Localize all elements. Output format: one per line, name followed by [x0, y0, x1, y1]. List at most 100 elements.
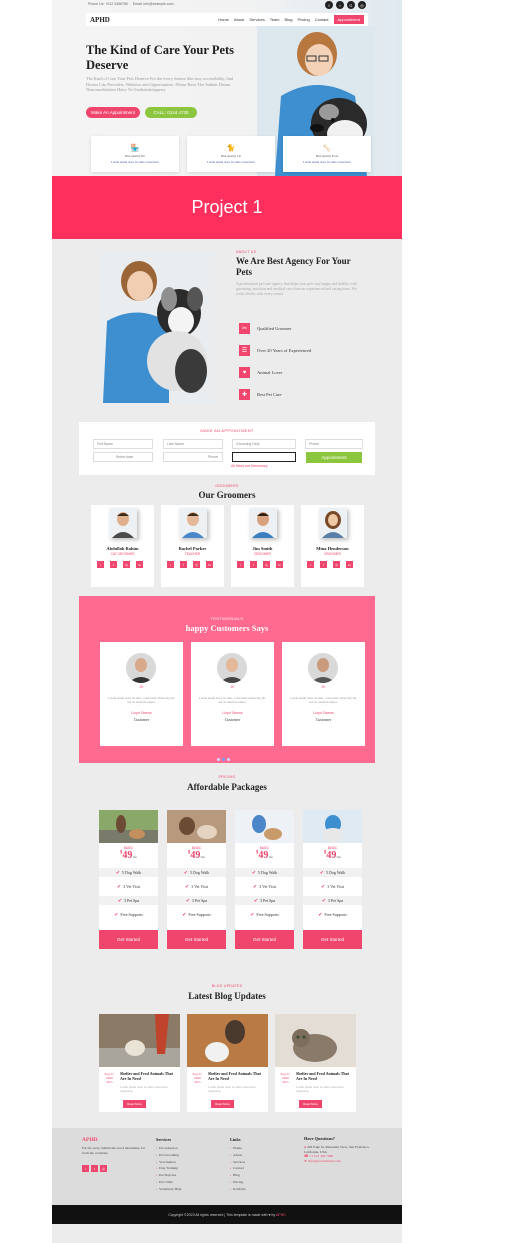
nav-appointment-button[interactable]: Appointment	[333, 15, 364, 24]
shop-icon: 🏪	[130, 144, 140, 152]
topbar-social: f t G ◎	[325, 1, 366, 9]
linkedin-icon[interactable]: in	[136, 561, 143, 568]
footer-link[interactable]: › Pet Adoption	[156, 1145, 181, 1152]
about-feature: ✚ Best Pet Care	[239, 389, 282, 400]
facebook-icon[interactable]: f	[320, 561, 327, 568]
blog-post-title[interactable]: Shelter and Feed Animals That Are In Nee…	[208, 1071, 264, 1081]
last-name-field[interactable]: Last Name	[163, 439, 223, 449]
footer-link[interactable]: › Blog	[230, 1172, 246, 1179]
call-button[interactable]: CALL: 0124 4730	[145, 107, 197, 118]
facebook-icon[interactable]: f	[110, 561, 117, 568]
linkedin-icon[interactable]: in	[276, 561, 283, 568]
footer-link[interactable]: › Pet Daycare	[156, 1172, 181, 1179]
make-appointment-button[interactable]: Make An Appointment	[86, 107, 140, 118]
footer: APHD Far far away, behind the word mount…	[52, 1128, 402, 1205]
blog-post-title[interactable]: Shelter and Feed Animals That Are In Nee…	[120, 1071, 176, 1081]
footer-social: t f ◎	[82, 1165, 107, 1172]
phone-field[interactable]: Phone	[305, 439, 363, 449]
footer-link[interactable]: › About	[230, 1152, 246, 1159]
facebook-icon[interactable]: f	[250, 561, 257, 568]
blog-post-title[interactable]: Shelter and Feed Animals That Are In Nee…	[296, 1071, 352, 1081]
logo[interactable]: APHD	[90, 16, 110, 24]
pricing-card: BASIC $49/mo ✔ 5 Dog Walk ✔ 3 Vet Visit ✔ 3…	[167, 810, 226, 949]
footer-link[interactable]: › Contact	[230, 1165, 246, 1172]
plan-price: $49/mo	[119, 850, 138, 861]
service-select[interactable]: Grooming Help	[232, 439, 296, 449]
pricing-eyebrow: PRICING	[218, 775, 236, 779]
about-vet-with-dog-image	[99, 251, 215, 403]
message-field[interactable]	[232, 452, 296, 462]
date-field[interactable]: Select date	[93, 452, 153, 462]
twitter-icon[interactable]: t	[237, 561, 244, 568]
read-more-button[interactable]: Read More	[123, 1100, 146, 1108]
twitter-icon[interactable]: t	[336, 1, 344, 9]
plan-feature: ✔ Free Supports	[114, 912, 143, 918]
groomer-photo	[249, 508, 277, 538]
footer-link[interactable]: › Veterinary Help	[156, 1186, 181, 1193]
first-name-field[interactable]: Full Name	[93, 439, 153, 449]
blog-date: Aug 17, 2020 Mon	[280, 1072, 291, 1084]
blog-image	[99, 1014, 180, 1067]
testimonials-eyebrow: TESTIMONIALS	[210, 617, 244, 621]
nav-item-team[interactable]: Team	[270, 17, 280, 22]
linkedin-icon[interactable]: in	[206, 561, 213, 568]
blog-card: Aug 17, 2020 Mon Shelter and Feed Animal…	[187, 1014, 268, 1112]
twitter-icon[interactable]: t	[97, 561, 104, 568]
nav-item-services[interactable]: Services	[249, 17, 264, 22]
customer-name: Lloyd Owens	[131, 711, 152, 715]
read-more-button[interactable]: Read More	[299, 1100, 322, 1108]
about-feature-label: Best Pet Care	[257, 392, 282, 397]
footer-link[interactable]: › Services	[230, 1159, 246, 1166]
nav-item-about[interactable]: About	[234, 17, 244, 22]
footer-link[interactable]: › Dog Training	[156, 1165, 181, 1172]
carousel-dot[interactable]	[217, 758, 220, 761]
about-title: We Are Best Agency For Your Pets	[236, 256, 351, 277]
carousel-dot[interactable]	[222, 758, 225, 761]
appointment-submit-button[interactable]: Appointment	[306, 452, 362, 463]
footer-link[interactable]: › Vaccination	[156, 1159, 181, 1166]
google-icon[interactable]: G	[347, 1, 355, 9]
twitter-icon[interactable]: t	[82, 1165, 89, 1172]
nav-item-contact[interactable]: Contact	[315, 17, 329, 22]
time-field[interactable]: Phone	[163, 452, 223, 462]
get-started-button[interactable]: Get Started	[303, 930, 362, 949]
get-started-button[interactable]: Get Started	[235, 930, 294, 949]
twitter-icon[interactable]: t	[167, 561, 174, 568]
instagram-icon[interactable]: ◎	[123, 561, 130, 568]
instagram-icon[interactable]: ◎	[358, 1, 366, 9]
footer-logo[interactable]: APHD	[82, 1137, 98, 1143]
check-icon: ✔	[253, 884, 258, 890]
facebook-icon[interactable]: f	[180, 561, 187, 568]
footer-link[interactable]: › Pet Grooming	[156, 1152, 181, 1159]
get-started-button[interactable]: Get Started	[99, 930, 158, 949]
nav-item-home[interactable]: Home	[218, 17, 229, 22]
get-started-button[interactable]: Get Started	[167, 930, 226, 949]
groomer-role: CAT GROOMER	[110, 552, 135, 556]
pricing-card: BASIC $49/mo ✔ 5 Dog Walk ✔ 3 Vet Visit ✔ 3…	[303, 810, 362, 949]
footer-link[interactable]: › Portfolio	[230, 1186, 246, 1193]
appointment-title: MAKE AN APPOINTMENT	[200, 428, 254, 433]
linkedin-icon[interactable]: in	[346, 561, 353, 568]
footer-link[interactable]: › Pricing	[230, 1179, 246, 1186]
footer-email[interactable]: ➤ info@yourdomain.com	[304, 1159, 374, 1164]
hero-section: Phone Us: +012 3456789 Email: info@examp…	[52, 0, 402, 176]
carousel-dot[interactable]	[227, 758, 230, 761]
groomer-name: Mina Henderson	[316, 546, 349, 551]
twitter-icon[interactable]: t	[307, 561, 314, 568]
groomer-name: Abdullah Rahim	[106, 546, 139, 551]
check-icon: ✔	[117, 884, 122, 890]
footer-link[interactable]: › Pet Clinic	[156, 1179, 181, 1186]
groomer-photo	[319, 508, 347, 538]
footer-link[interactable]: › Home	[230, 1145, 246, 1152]
instagram-icon[interactable]: ◎	[263, 561, 270, 568]
nav-item-pricing[interactable]: Pricing	[298, 17, 310, 22]
instagram-icon[interactable]: ◎	[333, 561, 340, 568]
nav-item-blog[interactable]: Blog	[284, 17, 292, 22]
facebook-icon[interactable]: f	[325, 1, 333, 9]
instagram-icon[interactable]: ◎	[100, 1165, 107, 1172]
check-icon: ✔	[319, 870, 325, 876]
instagram-icon[interactable]: ◎	[193, 561, 200, 568]
facebook-icon[interactable]: f	[91, 1165, 98, 1172]
read-more-button[interactable]: Read More	[211, 1100, 234, 1108]
groomer-social: t f ◎ in	[237, 561, 283, 568]
